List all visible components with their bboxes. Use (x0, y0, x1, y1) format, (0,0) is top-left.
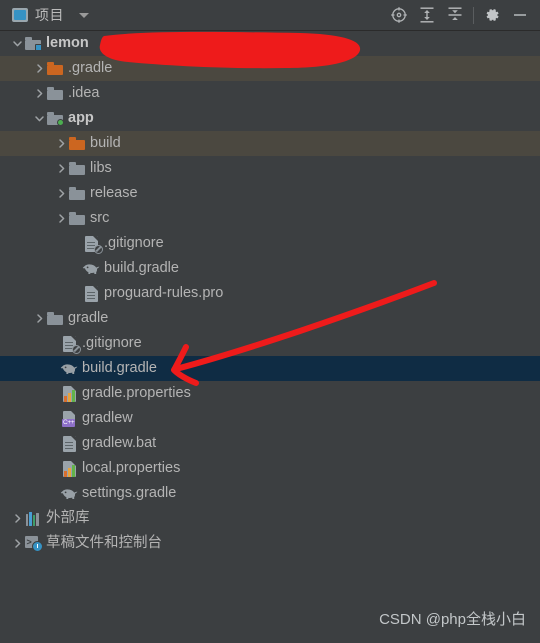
tree-row-label: 外部库 (46, 510, 90, 527)
tree-row-label: local.properties (82, 460, 181, 477)
tree-row[interactable]: release (0, 181, 540, 206)
tree-row-label: .gitignore (82, 335, 142, 352)
tree-twisty-placeholder (68, 287, 82, 301)
tree-row[interactable]: build.gradle (0, 256, 540, 281)
header-actions (385, 2, 534, 28)
tree-row[interactable]: proguard-rules.pro (0, 281, 540, 306)
excluded-folder-icon (46, 60, 64, 78)
tree-row[interactable]: build (0, 131, 540, 156)
tree-row-label: gradlew.bat (82, 435, 157, 452)
tree-row-label: gradle (68, 310, 109, 327)
tree-row[interactable]: settings.gradle (0, 481, 540, 506)
tree-row[interactable]: gradle (0, 306, 540, 331)
folder-icon (46, 85, 64, 103)
tree-twisty-placeholder (46, 362, 60, 376)
tree-twisty-placeholder (46, 462, 60, 476)
cpp-file-icon: C++ (60, 410, 78, 428)
tree-row-label: lemon (46, 35, 89, 52)
toolwindow-header: 项目 (0, 0, 540, 31)
tree-row[interactable]: gradlew.bat (0, 431, 540, 456)
chevron-right-icon[interactable] (54, 187, 68, 201)
tree-row-label: proguard-rules.pro (104, 285, 224, 302)
tree-row-label: gradle.properties (82, 385, 191, 402)
tree-row-label: libs (90, 160, 112, 177)
tree-twisty-placeholder (68, 237, 82, 251)
tree-row[interactable]: build.gradle (0, 356, 540, 381)
tree-twisty-placeholder (46, 437, 60, 451)
tree-row[interactable]: C++ gradlew (0, 406, 540, 431)
chevron-down-icon[interactable] (32, 112, 46, 126)
properties-file-icon (60, 460, 78, 478)
project-tree[interactable]: lemon .gradle .idea app build libs release src.… (0, 31, 540, 643)
tree-row[interactable]: .idea (0, 81, 540, 106)
text-file-icon (60, 435, 78, 453)
tree-row[interactable]: app (0, 106, 540, 131)
tree-twisty-placeholder (46, 412, 60, 426)
minimize-icon[interactable] (506, 2, 534, 28)
tree-row[interactable]: .gitignore (0, 331, 540, 356)
tree-twisty-placeholder (46, 387, 60, 401)
project-tool-window-selector[interactable]: 项目 (12, 5, 89, 25)
tree-row-label: 草稿文件和控制台 (46, 535, 162, 552)
collapse-all-icon[interactable] (441, 2, 469, 28)
tree-row[interactable]: gradle.properties (0, 381, 540, 406)
tree-twisty-placeholder (46, 487, 60, 501)
tree-row[interactable]: 外部库 (0, 506, 540, 531)
tree-row-label: release (90, 185, 138, 202)
tree-row-label: gradlew (82, 410, 133, 427)
gear-icon[interactable] (478, 2, 506, 28)
folder-icon (68, 185, 86, 203)
chevron-down-icon[interactable] (10, 37, 24, 51)
folder-icon (68, 160, 86, 178)
select-opened-file-icon[interactable] (385, 2, 413, 28)
tree-row[interactable]: local.properties (0, 456, 540, 481)
project-icon (12, 8, 28, 22)
folder-icon (46, 310, 64, 328)
module-folder-icon (46, 110, 64, 128)
tree-row[interactable]: .gradle (0, 56, 540, 81)
excluded-folder-icon (68, 135, 86, 153)
gradle-file-icon (60, 485, 78, 503)
scratches-icon (24, 535, 43, 553)
tree-row-label: settings.gradle (82, 485, 177, 502)
gitignore-file-icon (82, 235, 103, 254)
tree-row-label: .idea (68, 85, 100, 102)
tree-row-label: app (68, 110, 94, 127)
chevron-right-icon[interactable] (10, 512, 24, 526)
toolbar-separator (473, 6, 474, 24)
tree-row[interactable]: lemon (0, 31, 540, 56)
folder-icon (68, 210, 86, 228)
tree-row[interactable]: 草稿文件和控制台 (0, 531, 540, 556)
properties-file-icon (60, 385, 78, 403)
tree-row-label: build.gradle (104, 260, 179, 277)
chevron-right-icon[interactable] (32, 87, 46, 101)
chevron-right-icon[interactable] (54, 162, 68, 176)
gitignore-file-icon (60, 335, 81, 354)
chevron-right-icon[interactable] (54, 212, 68, 226)
tree-row-label: .gradle (68, 60, 113, 77)
chevron-right-icon[interactable] (32, 312, 46, 326)
tree-twisty-placeholder (46, 337, 60, 351)
external-libraries-icon (24, 510, 42, 528)
watermark: CSDN @php全栈小白 (379, 611, 526, 628)
tree-row[interactable]: libs (0, 156, 540, 181)
tree-row-label: .gitignore (104, 235, 164, 252)
page-title: 项目 (35, 7, 64, 23)
gradle-file-icon (82, 260, 100, 278)
module-folder-icon (24, 35, 42, 53)
tree-row-label: build.gradle (82, 360, 157, 377)
chevron-down-icon[interactable] (79, 12, 89, 18)
expand-all-icon[interactable] (413, 2, 441, 28)
gradle-file-icon (60, 360, 78, 378)
text-file-icon (82, 285, 100, 303)
tree-row-label: build (90, 135, 121, 152)
tree-row[interactable]: .gitignore (0, 231, 540, 256)
tree-row-label: src (90, 210, 110, 227)
chevron-right-icon[interactable] (54, 137, 68, 151)
tree-row[interactable]: src (0, 206, 540, 231)
chevron-right-icon[interactable] (32, 62, 46, 76)
tree-twisty-placeholder (68, 262, 82, 276)
chevron-right-icon[interactable] (10, 537, 24, 551)
